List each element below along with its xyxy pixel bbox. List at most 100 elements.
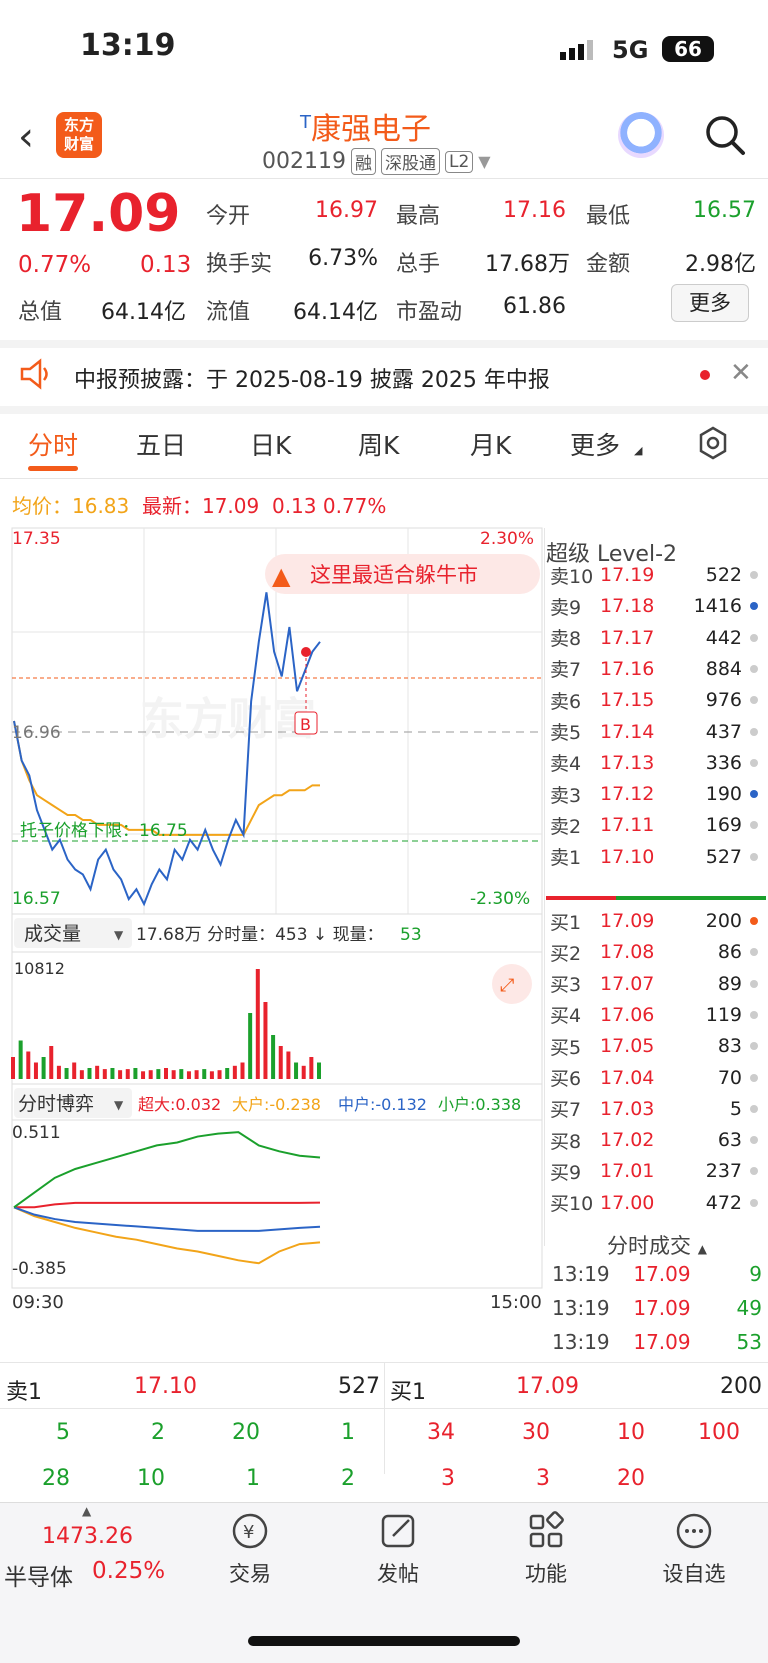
bid-row[interactable]: 买6 17.04 70 [550, 1063, 765, 1093]
svg-text:B: B [300, 715, 311, 734]
nav-functions[interactable]: 功能 [486, 1510, 606, 1588]
queue-cell: 3 [536, 1466, 550, 1491]
queue-buy-label: 买1 [390, 1380, 426, 1405]
price-axis-top: 17.35 [12, 529, 61, 549]
tab-weekly-k[interactable]: 周K [358, 426, 399, 462]
value-open: 16.97 [315, 198, 378, 223]
tab-intraday[interactable]: 分时 [28, 426, 78, 462]
nav-trade[interactable]: ¥ 交易 [190, 1510, 310, 1588]
ask-row[interactable]: 卖6 17.15 976 [550, 685, 765, 715]
index-pct[interactable]: 0.25% [92, 1558, 165, 1584]
ask-row[interactable]: 卖8 17.17 442 [550, 623, 765, 653]
more-dots-icon [676, 1513, 712, 1549]
bid-row[interactable]: 买2 17.08 86 [550, 937, 765, 967]
bid-row[interactable]: 买3 17.07 89 [550, 969, 765, 999]
tab-monthly-k[interactable]: 月K [470, 426, 511, 462]
value-volume: 17.68万 [485, 252, 570, 277]
stock-code-row[interactable]: 002119 融 深股通 L2 ▼ [262, 148, 491, 175]
index-name[interactable]: 半导体 [4, 1558, 73, 1592]
game-line-3 [13, 1131, 321, 1209]
order-dot [750, 633, 758, 642]
label-volume: 总手 [396, 252, 441, 277]
volume-bar [271, 1035, 276, 1079]
ask-row[interactable]: 卖2 17.11 169 [550, 810, 765, 840]
volume-bar [225, 1068, 230, 1079]
home-indicator [248, 1636, 520, 1646]
label-market-cap: 总值 [18, 300, 63, 325]
chevron-up-icon[interactable]: ▲ [82, 1504, 91, 1518]
order-dot [750, 571, 758, 579]
ask-bar [546, 896, 616, 900]
label-open: 今开 [206, 204, 251, 229]
order-dot [750, 790, 758, 799]
price-line [13, 592, 321, 907]
queue-cell: 3 [441, 1466, 455, 1491]
bid-row[interactable]: 买4 17.06 119 [550, 1000, 765, 1030]
assistant-avatar-icon[interactable] [618, 112, 664, 158]
order-dot [750, 948, 758, 957]
limit-label: 托子价格下限：16.75 [20, 821, 188, 841]
ask-row[interactable]: 卖10 17.19 522 [550, 560, 765, 590]
bid-row[interactable]: 买5 17.05 83 [550, 1031, 765, 1061]
stock-code: 002119 [262, 149, 346, 174]
price-info-line: 均价：16.83 最新：17.09 0.13 0.77% [12, 494, 387, 518]
volume-bar [156, 1069, 161, 1079]
order-dot [750, 821, 758, 830]
game-line-0 [14, 1201, 321, 1209]
value-turnover: 6.73% [308, 246, 378, 271]
bid-row[interactable]: 买10 17.00 472 [550, 1188, 765, 1218]
queue-cell: 28 [42, 1466, 70, 1491]
bid-row[interactable]: 买8 17.02 63 [550, 1125, 765, 1155]
ask-row[interactable]: 卖9 17.18 1416 [550, 591, 765, 621]
queue-sell-total: 527 [338, 1374, 380, 1399]
queue-cell: 100 [698, 1420, 740, 1445]
volume-bar [125, 1069, 130, 1079]
volume-bar [217, 1070, 222, 1079]
tab-five-day[interactable]: 五日 [136, 426, 186, 462]
value-market-cap: 64.14亿 [101, 300, 186, 325]
speaker-icon [18, 358, 54, 394]
label-turnover: 换手实 [206, 252, 273, 277]
notice-text[interactable]: 中报预披露：于 2025-08-19 披露 2025 年中报 [74, 362, 550, 394]
value-amount: 2.98亿 [685, 252, 756, 277]
bid-row[interactable]: 买7 17.03 5 [550, 1094, 765, 1124]
ask-row[interactable]: 卖4 17.13 336 [550, 748, 765, 778]
volume-bar [133, 1068, 138, 1079]
intraday-chart[interactable]: 东方财富 17.35 2.30% 16.96 16.57 -2.30% 托子价格… [0, 524, 545, 1366]
close-icon[interactable]: ✕ [730, 358, 752, 388]
bid-row[interactable]: 买1 17.09 200 [550, 906, 765, 936]
volume-bar [110, 1068, 115, 1079]
time-end: 15:00 [490, 1292, 542, 1313]
queue-cell: 5 [56, 1420, 70, 1445]
volume-bar [301, 1065, 306, 1079]
nav-add-watchlist[interactable]: 设自选 [634, 1510, 754, 1588]
volume-bar [294, 1062, 299, 1079]
queue-cell: 34 [427, 1420, 455, 1445]
order-dot [750, 1042, 758, 1051]
back-icon[interactable]: ‹ [18, 114, 34, 160]
stock-title: T康强电子 [300, 112, 431, 147]
volume-bar [72, 1062, 77, 1079]
order-dot [750, 1104, 758, 1113]
watermark: 东方财富 [140, 694, 316, 745]
queue-buy-total: 200 [720, 1374, 762, 1399]
order-dot [750, 602, 758, 611]
more-button[interactable]: 更多 [671, 284, 749, 322]
nav-post[interactable]: 发帖 [338, 1510, 458, 1588]
tab-more[interactable]: 更多 [570, 426, 620, 462]
tab-daily-k[interactable]: 日K [250, 426, 291, 462]
ask-row[interactable]: 卖5 17.14 437 [550, 717, 765, 747]
ask-row[interactable]: 卖7 17.16 884 [550, 654, 765, 684]
ask-row[interactable]: 卖3 17.12 190 [550, 779, 765, 809]
volume-summary: 17.68万 分时量：453 ↓ 现量： [136, 925, 384, 945]
ask-row[interactable]: 卖1 17.10 527 [550, 842, 765, 872]
divider [0, 406, 768, 414]
bid-row[interactable]: 买9 17.01 237 [550, 1156, 765, 1186]
gear-icon[interactable] [696, 426, 730, 464]
game-small: 小户:0.338 [438, 1095, 521, 1114]
svg-text:分时博弈: 分时博弈 [18, 1093, 94, 1115]
volume-bar [95, 1065, 100, 1079]
tick-trades-title[interactable]: 分时成交 ▲ [607, 1230, 707, 1260]
search-icon[interactable] [704, 114, 746, 160]
index-value[interactable]: 1473.26 [42, 1524, 133, 1549]
